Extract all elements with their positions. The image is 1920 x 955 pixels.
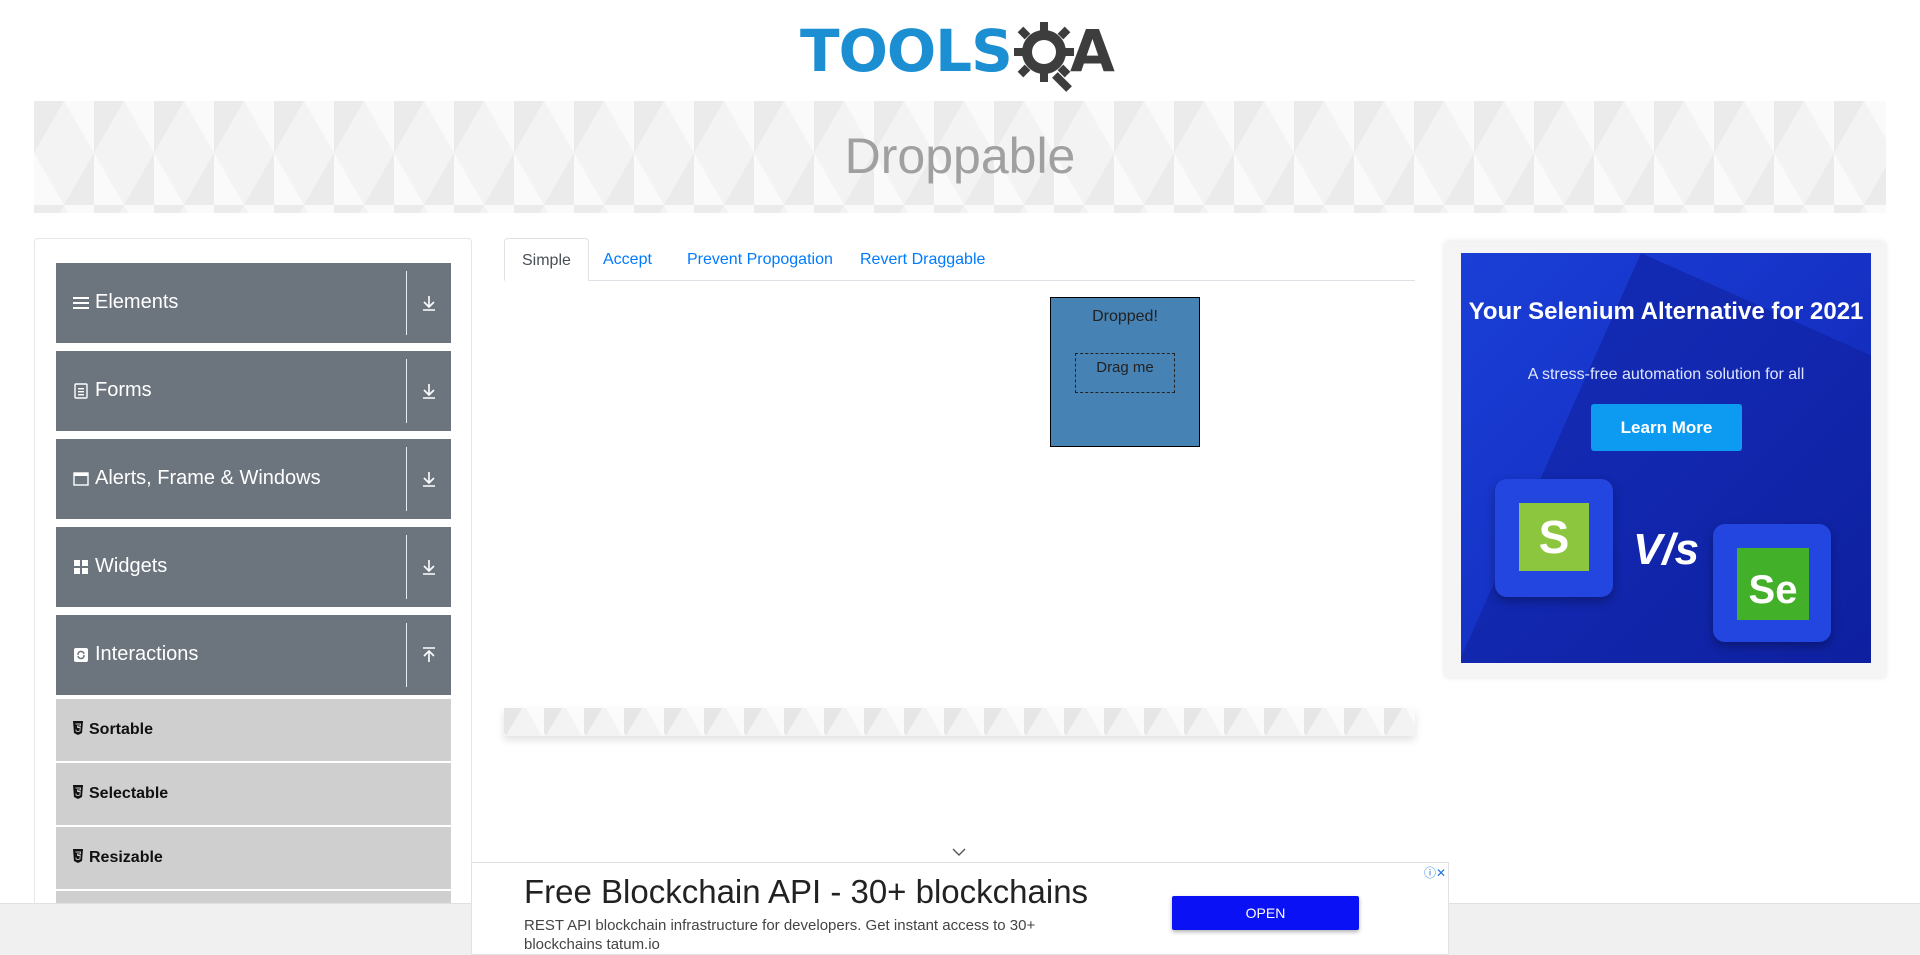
sidebar: Elements Forms Alerts, Frame & Windows W… [34, 238, 472, 955]
selenium-logo-letters: Se [1737, 548, 1809, 620]
sidebar-group-label: Elements [95, 291, 179, 313]
chevron-down-icon[interactable] [950, 846, 968, 858]
divider [406, 535, 407, 599]
divider [406, 447, 407, 511]
sidebar-item-label: Sortable [89, 721, 154, 738]
open-button[interactable]: OPEN [1172, 896, 1359, 930]
sidebar-item-label: Resizable [89, 849, 163, 866]
katalon-logo: S [1495, 479, 1613, 597]
ad-subtext: A stress-free automation solution for al… [1527, 366, 1805, 383]
side-ad[interactable]: Your Selenium Alternative for 2021 A str… [1461, 253, 1871, 663]
sidebar-group-label: Widgets [95, 555, 168, 577]
droppable-label: Dropped! [1092, 308, 1158, 325]
tab-bar: Simple Accept Prevent Propogation Revert… [504, 238, 1415, 281]
download-arrow-icon[interactable] [419, 469, 439, 489]
divider [406, 623, 407, 687]
page-banner: Droppable [34, 101, 1886, 213]
sidebar-item-sortable[interactable]: Sortable [56, 699, 451, 761]
page-title: Droppable [844, 128, 1076, 184]
katalon-logo-letter: S [1519, 503, 1589, 571]
tab-revert-draggable[interactable]: Revert Draggable [843, 238, 1002, 280]
interactions-icon [73, 647, 89, 663]
sidebar-group-forms[interactable]: Forms [56, 351, 451, 431]
window-icon [73, 471, 89, 487]
html5-icon [73, 785, 83, 799]
logo-text-a: A [1070, 17, 1115, 85]
sidebar-group-interactions[interactable]: Interactions [56, 615, 451, 695]
ad-description: REST API blockchain infrastructure for d… [524, 917, 1036, 953]
grid-icon [73, 559, 89, 575]
sidebar-item-resizable[interactable]: Resizable [56, 827, 451, 889]
sidebar-item-label: Selectable [89, 785, 169, 802]
selenium-logo: Se [1713, 524, 1831, 642]
upload-arrow-icon[interactable] [419, 645, 439, 665]
sidebar-group-label: Interactions [95, 643, 199, 665]
download-arrow-icon[interactable] [419, 381, 439, 401]
sidebar-group-label: Alerts, Frame & Windows [95, 467, 321, 489]
bottom-ad[interactable]: ⓘ✕ Free Blockchain API - 30+ blockchains… [471, 862, 1449, 955]
decorative-strip [504, 708, 1415, 736]
sidebar-item-selectable[interactable]: Selectable [56, 763, 451, 825]
sidebar-group-widgets[interactable]: Widgets [56, 527, 451, 607]
versus-text: V/s [1633, 525, 1700, 574]
tab-prevent-propogation[interactable]: Prevent Propogation [670, 238, 850, 280]
tab-simple[interactable]: Simple [504, 238, 589, 281]
droppable-target[interactable]: Dropped! Drag me [1050, 297, 1200, 447]
toolsqa-logo[interactable]: TOOLS A [800, 14, 1125, 94]
html5-icon [73, 721, 83, 735]
divider [406, 271, 407, 335]
sidebar-group-label: Forms [95, 379, 152, 401]
tab-accept[interactable]: Accept [586, 238, 669, 280]
sidebar-group-alerts[interactable]: Alerts, Frame & Windows [56, 439, 451, 519]
logo-text-tools: TOOLS [800, 17, 1013, 85]
html5-icon [73, 849, 83, 863]
draggable-box[interactable]: Drag me [1075, 353, 1175, 393]
learn-more-button[interactable]: Learn More [1591, 404, 1742, 451]
download-arrow-icon[interactable] [419, 557, 439, 577]
list-icon [73, 295, 89, 311]
download-arrow-icon[interactable] [419, 293, 439, 313]
divider [406, 359, 407, 423]
ad-title[interactable]: Free Blockchain API - 30+ blockchains [524, 873, 1088, 911]
header: TOOLS A [0, 0, 1920, 100]
ad-headline: Your Selenium Alternative for 2021 [1468, 298, 1864, 325]
sidebar-group-elements[interactable]: Elements [56, 263, 451, 343]
form-icon [73, 383, 89, 399]
adchoices-icon[interactable]: ⓘ✕ [1424, 864, 1446, 881]
